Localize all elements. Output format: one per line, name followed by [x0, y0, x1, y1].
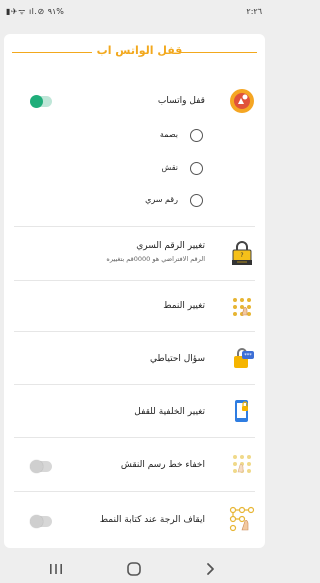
change-pin-label: تغيير الرقم السري: [136, 241, 205, 251]
title-divider-right: [179, 52, 257, 54]
hide-pattern-label: اخفاء خط رسم النقش: [120, 460, 205, 470]
radio-pattern[interactable]: [190, 162, 203, 175]
security-question-icon: ***: [234, 348, 254, 368]
whatsapp-lock-label: قفل واتساب: [157, 96, 205, 106]
security-question-label: سؤال احتياطي: [150, 354, 205, 364]
lock-option-pin[interactable]: رقم سري: [4, 191, 265, 211]
recents-icon[interactable]: [46, 560, 66, 578]
lock-option-pattern[interactable]: نقش: [4, 159, 265, 179]
change-pattern-label: تغيير النمط: [163, 301, 205, 311]
status-time: ٢:٢٦: [246, 7, 262, 16]
svg-text:?: ?: [240, 252, 243, 259]
hide-pattern-toggle[interactable]: [30, 460, 52, 473]
status-icons: ▮✈ᯤ ıl.⊘ ٩١%: [6, 7, 64, 16]
lock-option-fingerprint[interactable]: بصمة: [4, 126, 265, 146]
status-bar: ▮✈ᯤ ıl.⊘ ٩١% ٢:٢٦: [0, 0, 269, 24]
radio-pin[interactable]: [190, 194, 203, 207]
phone-wallpaper-icon: [235, 400, 248, 422]
home-icon[interactable]: [124, 560, 144, 578]
divider: [14, 491, 255, 492]
stop-vibration-label: ايقاف الرجة عند كتابة النمط: [99, 515, 205, 525]
back-icon[interactable]: [200, 560, 220, 578]
divider: [14, 331, 255, 332]
setting-security-question[interactable]: سؤال احتياطي ***: [4, 337, 265, 383]
title-divider-left: [12, 52, 92, 54]
whatsapp-lock-toggle[interactable]: [30, 95, 52, 108]
svg-text:***: ***: [244, 353, 252, 359]
radio-label-pin: رقم سري: [145, 195, 178, 204]
setting-change-pattern[interactable]: تغيير النمط: [4, 286, 265, 330]
page-title: قفل الواتس اب: [96, 44, 183, 57]
header: قفل الواتس اب: [4, 42, 265, 64]
navigation-bar: [0, 556, 269, 583]
divider: [14, 384, 255, 385]
radio-fingerprint[interactable]: [190, 129, 203, 142]
divider: [14, 280, 255, 281]
change-pin-sublabel: الرقم الافتراضي هو 0000قم بتغييره: [106, 255, 205, 263]
change-background-label: تغيير الخلفية للقفل: [134, 407, 205, 417]
stop-vibration-toggle[interactable]: [30, 515, 52, 528]
whatsapp-lock-icon: [230, 89, 254, 113]
lock-password-icon: ? *****: [232, 241, 252, 265]
radio-label-fingerprint: بصمة: [159, 130, 178, 139]
svg-text:*****: *****: [237, 260, 247, 265]
vibration-pattern-icon: [229, 506, 255, 532]
toggle-knob: [30, 95, 43, 108]
setting-stop-vibration[interactable]: ايقاف الرجة عند كتابة النمط: [4, 497, 265, 543]
settings-card: قفل الواتس اب قفل واتساب بصمة نقش رقم سر…: [4, 34, 265, 548]
whatsapp-lock-row[interactable]: قفل واتساب: [4, 86, 265, 116]
toggle-knob: [30, 515, 43, 528]
toggle-knob: [30, 460, 43, 473]
setting-change-pin[interactable]: تغيير الرقم السري الرقم الافتراضي هو 000…: [4, 232, 265, 278]
pattern-icon: [233, 298, 251, 316]
hide-pattern-icon: [233, 455, 251, 473]
divider: [14, 437, 255, 438]
radio-label-pattern: نقش: [161, 163, 178, 172]
setting-change-background[interactable]: تغيير الخلفية للقفل: [4, 390, 265, 436]
divider: [14, 226, 255, 227]
setting-hide-pattern-line[interactable]: اخفاء خط رسم النقش: [4, 443, 265, 489]
